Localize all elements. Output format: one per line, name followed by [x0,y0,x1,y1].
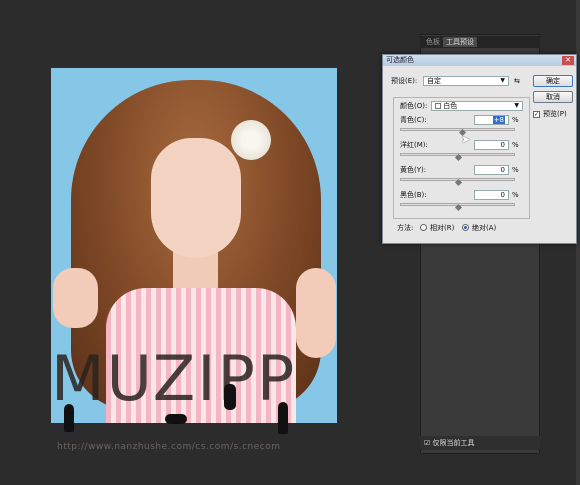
method-absolute-radio[interactable] [462,224,469,231]
chevron-down-icon: ▼ [514,102,519,109]
cyan-slider[interactable] [400,128,515,131]
cancel-button[interactable]: 取消 [533,91,573,103]
photo-right-arm [296,268,336,358]
preset-label: 预设(E): [391,77,418,85]
yellow-label: 黄色(Y): [400,166,427,174]
photo-left-arm [53,268,98,328]
color-swatch-icon [435,103,441,109]
mouse-cursor-icon: ➤ [461,133,471,146]
black-value-input[interactable]: 0 [474,190,509,200]
method-relative-radio[interactable] [420,224,427,231]
method-label: 方法: [397,224,414,232]
method-absolute-label[interactable]: 绝对(A) [472,223,496,233]
selective-color-dialog: 可选颜色 ✕ 预设(E): 自定 ▼ ⇆ 颜色(O): 白色 ▼ 青色(C): … [382,54,577,244]
black-label: 黑色(B): [400,191,427,199]
magenta-percent: % [512,141,519,149]
color-adjust-group: 颜色(O): 白色 ▼ 青色(C): +8 % 洋红(M): 0 % 黄色(Y)… [393,97,530,219]
tab-tool-presets[interactable]: 工具预设 [443,37,477,47]
colors-dropdown[interactable]: 白色 ▼ [431,101,523,111]
dialog-titlebar[interactable]: 可选颜色 ✕ [383,55,576,66]
checkbox-icon: ☑ [424,439,431,447]
preset-options-icon[interactable]: ⇆ [514,76,520,86]
watermark-url: http://www.nanzhushe.com/cs.com/s.cnecom [57,442,281,452]
silhouette-figure [165,414,187,424]
dialog-title: 可选颜色 [386,56,414,64]
cyan-percent: % [512,116,519,124]
watermark-logo: MUZIPP [51,342,297,415]
method-relative-label[interactable]: 相对(R) [430,223,454,233]
silhouette-figure [278,402,288,434]
tab-swatches[interactable]: 色板 [423,37,443,47]
preview-label[interactable]: 预览(P) [543,109,567,119]
preview-checkbox[interactable]: ✓ [533,111,540,118]
silhouette-figure [224,384,236,410]
current-tool-only-label: 仅限当前工具 [432,439,475,447]
ok-button[interactable]: 确定 [533,75,573,87]
yellow-value-input[interactable]: 0 [474,165,509,175]
colors-value: 白色 [443,102,458,110]
colors-label: 颜色(O): [400,102,428,110]
current-tool-only-option[interactable]: ☑ 仅限当前工具 [420,436,540,450]
magenta-label: 洋红(M): [400,141,428,149]
cyan-label: 青色(C): [400,116,427,124]
preset-dropdown[interactable]: 自定 ▼ [423,76,509,86]
yellow-percent: % [512,166,519,174]
magenta-value-input[interactable]: 0 [474,140,509,150]
chevron-down-icon: ▼ [500,77,505,84]
black-percent: % [512,191,519,199]
preset-value: 自定 [427,77,441,85]
photo-face [151,138,241,258]
photo-flower [231,120,271,160]
silhouette-figure [64,404,74,432]
close-icon[interactable]: ✕ [562,56,574,65]
cyan-value-input[interactable]: +8 [474,115,509,125]
